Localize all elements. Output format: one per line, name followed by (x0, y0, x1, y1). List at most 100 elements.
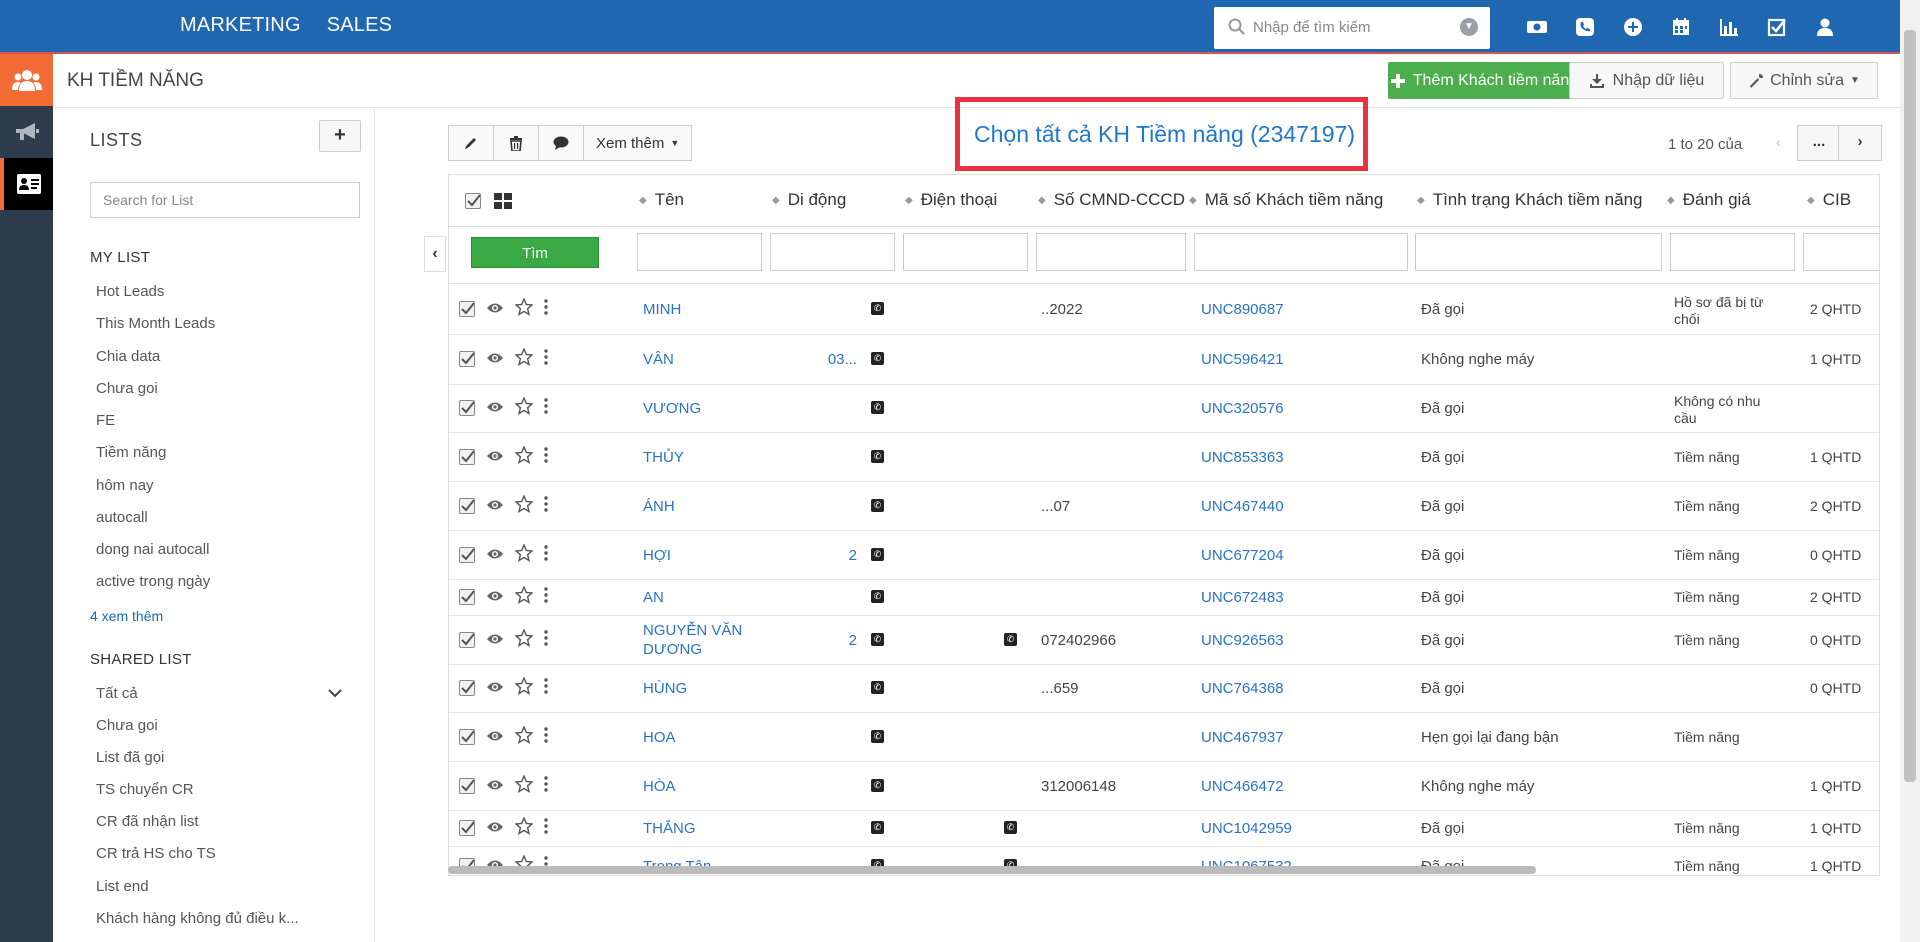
star-icon[interactable] (514, 676, 534, 699)
filter-danh-gia[interactable] (1670, 233, 1795, 271)
lead-code-link[interactable]: UNC672483 (1201, 589, 1284, 606)
shared-item-chua-goi[interactable]: Chưa goi (96, 717, 158, 734)
list-item-tiem-nang[interactable]: Tiềm năng (96, 444, 166, 461)
lead-code-link[interactable]: UNC467937 (1201, 729, 1284, 746)
show-more-link[interactable]: 4 xem thêm (90, 608, 163, 624)
horizontal-scrollbar[interactable] (448, 866, 1536, 874)
pencil-icon[interactable] (449, 126, 494, 160)
kebab-menu-icon[interactable] (544, 398, 548, 418)
col-cmnd[interactable]: ◆ Số CMND-CCCD (1038, 190, 1185, 210)
lead-name-link[interactable]: AN (643, 589, 664, 606)
eye-icon[interactable] (486, 449, 504, 466)
row-checkbox[interactable] (459, 778, 475, 794)
star-icon[interactable] (514, 585, 534, 608)
lead-code-link[interactable]: UNC320576 (1201, 400, 1284, 417)
star-icon[interactable] (514, 347, 534, 370)
lead-code-link[interactable]: UNC1042959 (1201, 820, 1292, 837)
table-row[interactable]: AN ✆ UNC672483 Đã gọi Tiềm năng 2 QHTD (449, 580, 1879, 616)
table-row[interactable]: NGUYỄN VĂN DƯƠNG 2 ✆ ✆ 072402966 UNC926563 Đã … (449, 616, 1879, 665)
mobile-value[interactable]: 2 (777, 547, 857, 564)
table-row[interactable]: THẮNG ✆ ✆ UNC1042959 Đã gọi Tiềm năng 1 QHTD (449, 811, 1879, 847)
lead-code-link[interactable]: UNC926563 (1201, 632, 1284, 649)
call-phone-icon[interactable]: ✆ (871, 499, 884, 512)
phone-icon[interactable] (1572, 14, 1598, 40)
chevron-down-icon[interactable]: ▼ (1460, 18, 1478, 36)
nav-sales[interactable]: SALES (327, 14, 392, 37)
table-row[interactable]: HÙNG ✆ ...659 UNC764368 Đã gọi 0 QHTD (449, 665, 1879, 713)
list-item-hom-nay[interactable]: hôm nay (96, 477, 154, 494)
comment-icon[interactable] (539, 126, 584, 160)
kebab-menu-icon[interactable] (544, 678, 548, 698)
col-ten[interactable]: ◆ Tên (639, 190, 684, 210)
kebab-menu-icon[interactable] (544, 776, 548, 796)
global-search[interactable]: Nhập để tìm kiếm ▼ (1214, 7, 1490, 49)
star-icon[interactable] (514, 396, 534, 419)
lead-code-link[interactable]: UNC764368 (1201, 680, 1284, 697)
eye-icon[interactable] (486, 400, 504, 417)
import-button[interactable]: Nhập dữ liệu (1569, 62, 1724, 99)
lead-name-link[interactable]: MINH (643, 301, 681, 318)
plus-circle-icon[interactable] (1620, 14, 1646, 40)
lead-name-link[interactable]: THẮNG (643, 820, 696, 837)
list-search-input[interactable] (91, 183, 359, 217)
filter-cib[interactable] (1803, 233, 1879, 271)
shared-item-cr-nhan[interactable]: CR đã nhận list (96, 813, 199, 830)
eye-icon[interactable] (486, 351, 504, 368)
call-phone-icon[interactable]: ✆ (871, 302, 884, 315)
lead-code-link[interactable]: UNC890687 (1201, 301, 1284, 318)
nav-marketing[interactable]: MARKETING (180, 14, 301, 37)
col-di-dong[interactable]: ◆ Di động (772, 190, 846, 210)
filter-ten[interactable] (637, 233, 762, 271)
list-item-this-month[interactable]: This Month Leads (96, 315, 215, 332)
list-item-dong-nai[interactable]: dong nai autocall (96, 541, 209, 558)
prev-page-icon[interactable]: ‹ (1776, 134, 1781, 150)
mobile-value[interactable]: 03... (777, 351, 857, 368)
cash-icon[interactable] (1524, 14, 1550, 40)
list-item-fe[interactable]: FE (96, 412, 115, 429)
shared-item-cr-tra[interactable]: CR trả HS cho TS (96, 845, 216, 862)
lead-name-link[interactable]: HÒA (643, 778, 676, 795)
lead-name-link[interactable]: ÁNH (643, 498, 675, 515)
filter-tinh-trang[interactable] (1415, 233, 1662, 271)
calendar-icon[interactable] (1668, 14, 1694, 40)
vertical-scrollbar[interactable] (1904, 30, 1916, 782)
lead-name-link[interactable]: HOA (643, 729, 676, 746)
table-row[interactable]: VÂN 03... ✆ UNC596421 Không nghe máy 1 QHTD (449, 335, 1879, 385)
table-row[interactable]: VƯƠNG ✆ UNC320576 Đã gọi Không có nhu cầu (449, 385, 1879, 433)
kebab-menu-icon[interactable] (544, 545, 548, 565)
mobile-value[interactable]: 2 (777, 632, 857, 649)
col-tinh-trang[interactable]: ◆ Tình trạng Khách tiềm năng (1417, 190, 1643, 210)
shared-item-end[interactable]: List end (96, 878, 149, 895)
row-checkbox[interactable] (459, 400, 475, 416)
lead-code-link[interactable]: UNC677204 (1201, 547, 1284, 564)
next-page-button[interactable]: › (1838, 125, 1882, 161)
table-row[interactable]: HỢI 2 ✆ UNC677204 Đã gọi Tiềm năng 0 QHTD (449, 531, 1879, 580)
kebab-menu-icon[interactable] (544, 587, 548, 607)
col-dien-thoai[interactable]: ◆ Điện thoại (905, 190, 997, 210)
star-icon[interactable] (514, 297, 534, 320)
search-button[interactable]: Tìm (471, 237, 599, 268)
star-icon[interactable] (514, 543, 534, 566)
call-phone-icon[interactable]: ✆ (871, 401, 884, 414)
eye-icon[interactable] (486, 820, 504, 837)
row-checkbox[interactable] (459, 632, 475, 648)
call-phone-icon[interactable]: ✆ (871, 352, 884, 365)
col-cib[interactable]: ◆ CIB (1807, 190, 1851, 210)
lead-code-link[interactable]: UNC596421 (1201, 351, 1284, 368)
eye-icon[interactable] (486, 729, 504, 746)
filter-ma-so[interactable] (1194, 233, 1408, 271)
call-phone-icon[interactable]: ✆ (871, 681, 884, 694)
eye-icon[interactable] (486, 547, 504, 564)
add-list-button[interactable]: + (319, 120, 361, 152)
add-lead-button[interactable]: Thêm Khách tiềm năng (1388, 62, 1581, 99)
star-icon[interactable] (514, 494, 534, 517)
col-ma-so[interactable]: ◆ Mã số Khách tiềm năng (1189, 190, 1383, 210)
row-checkbox[interactable] (459, 820, 475, 836)
kebab-menu-icon[interactable] (544, 447, 548, 467)
checkbox-icon[interactable] (1764, 14, 1790, 40)
trash-icon[interactable] (494, 126, 539, 160)
list-item-chua-goi[interactable]: Chưa goi (96, 380, 158, 397)
kebab-menu-icon[interactable] (544, 727, 548, 747)
select-all-link[interactable]: Chọn tất cả KH Tiềm năng (2347197) (974, 121, 1355, 148)
call-phone-icon[interactable]: ✆ (871, 730, 884, 743)
